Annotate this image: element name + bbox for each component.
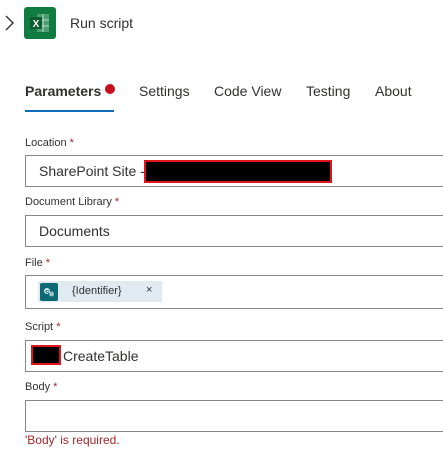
svg-text:S: S (45, 290, 50, 297)
active-tab-underline (25, 110, 114, 112)
error-indicator-icon (105, 84, 115, 94)
chevron-right-icon[interactable] (2, 12, 18, 34)
tab-about[interactable]: About (375, 83, 412, 99)
script-value: CreateTable (63, 348, 139, 364)
body-label-text: Body (25, 381, 51, 393)
sharepoint-icon: S (40, 283, 58, 301)
file-label-text: File (25, 257, 43, 269)
file-field[interactable]: S {Identifier} × (25, 275, 443, 309)
location-label: Location * (25, 137, 74, 149)
script-required-mark: * (56, 321, 61, 333)
tab-testing[interactable]: Testing (306, 83, 350, 99)
tab-settings[interactable]: Settings (139, 83, 190, 99)
document-library-value: Documents (39, 223, 110, 239)
body-required-mark: * (53, 381, 58, 393)
document-library-field[interactable]: Documents (25, 215, 443, 247)
document-library-label: Document Library * (25, 196, 119, 208)
redacted-script-prefix (31, 345, 61, 365)
file-label: File * (25, 257, 50, 269)
location-label-text: Location (25, 137, 67, 149)
excel-icon: X (24, 7, 56, 39)
body-field[interactable] (25, 400, 443, 432)
document-library-required-mark: * (114, 196, 120, 208)
action-header: X Run script (0, 0, 443, 48)
script-label: Script * (25, 321, 60, 333)
location-value: SharePoint Site - (39, 163, 145, 179)
script-field[interactable]: CreateTable (25, 340, 443, 372)
file-required-mark: * (45, 257, 51, 269)
document-library-label-text: Document Library (25, 196, 112, 208)
svg-text:X: X (33, 19, 40, 30)
action-title: Run script (70, 15, 134, 31)
location-field[interactable]: SharePoint Site - (25, 155, 443, 187)
dynamic-content-token[interactable]: S {Identifier} × (38, 281, 162, 302)
body-label: Body * (25, 381, 57, 393)
tab-parameters-label: Parameters (25, 83, 102, 99)
token-label: {Identifier} (72, 285, 122, 297)
token-remove-icon[interactable]: × (146, 284, 152, 296)
location-required-mark: * (69, 137, 74, 149)
redacted-site-name (144, 160, 332, 183)
script-label-text: Script (25, 321, 54, 333)
tab-code-view[interactable]: Code View (214, 83, 281, 99)
body-error-message: 'Body' is required. (25, 433, 120, 447)
tab-parameters[interactable]: Parameters (25, 83, 101, 99)
